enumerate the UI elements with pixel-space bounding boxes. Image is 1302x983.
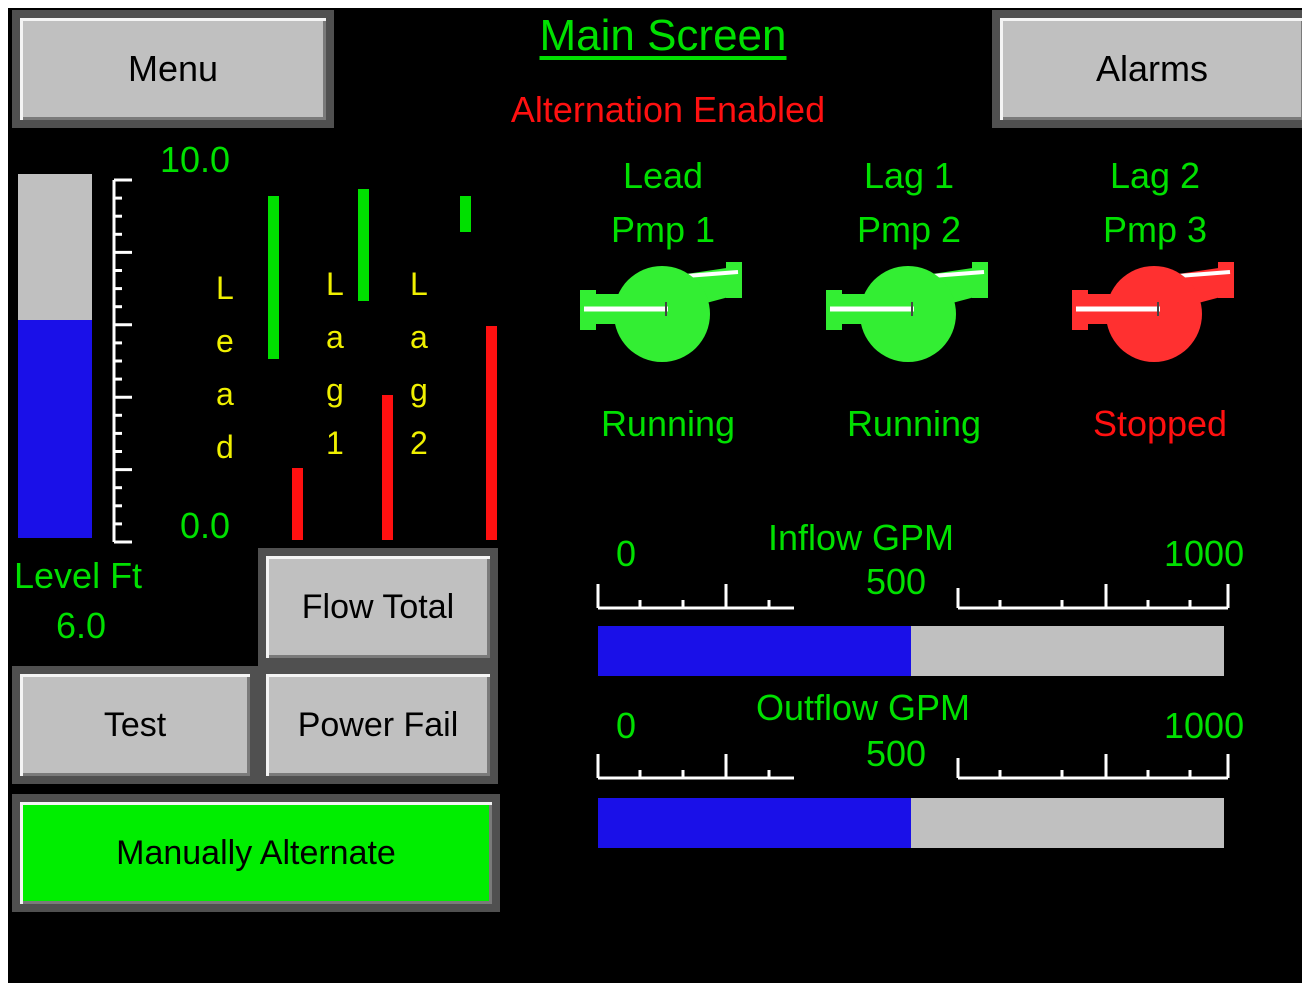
alarms-button-label: Alarms <box>1095 48 1208 89</box>
flow-total-button[interactable]: Flow Total <box>258 548 498 666</box>
inflow-min: 0 <box>616 533 637 574</box>
setpoint-label-char: 2 <box>410 425 428 461</box>
level-tank <box>18 174 92 538</box>
setpoint-label-char: a <box>216 376 234 412</box>
setpoint-off-bar <box>382 395 393 540</box>
setpoint-label-lag1: L a g 1 <box>326 258 344 470</box>
setpoint-label-char: L <box>410 266 428 302</box>
pump-2-icon[interactable] <box>826 252 996 372</box>
manually-alternate-button[interactable]: Manually Alternate <box>12 794 500 912</box>
inflow-bar <box>598 626 1224 676</box>
pump2-name: Pmp 2 <box>856 209 962 250</box>
power-fail-button[interactable]: Power Fail <box>258 666 498 784</box>
setpoint-off-bar <box>292 467 303 540</box>
level-value: 6.0 <box>56 605 107 646</box>
setpoint-label-char: 1 <box>326 425 344 461</box>
setpoint-label-char: d <box>216 429 234 465</box>
setpoint-label-char: g <box>326 372 344 408</box>
hmi-screen: Menu Main Screen Alternation Enabled Ala… <box>8 8 1302 983</box>
pump3-name: Pmp 3 <box>1102 209 1208 250</box>
outflow-bar <box>598 798 1224 848</box>
menu-button-label: Menu <box>127 48 219 89</box>
pump-3-graphic <box>1072 262 1234 362</box>
pump-1-icon[interactable] <box>580 252 750 372</box>
outflow-bar-fill <box>598 798 911 848</box>
manually-alternate-label: Manually Alternate <box>116 833 396 872</box>
setpoint-on-bar <box>358 188 369 302</box>
setpoint-label-char: e <box>216 323 234 359</box>
pump1-name: Pmp 1 <box>610 209 716 250</box>
setpoint-on-bar <box>460 196 471 233</box>
setpoint-label-char: a <box>326 319 344 355</box>
setpoint-label-char: L <box>216 270 234 306</box>
test-button[interactable]: Test <box>12 666 258 784</box>
setpoint-label-lead: L e a d <box>216 262 234 474</box>
setpoint-on-bar <box>268 196 279 359</box>
pump-2-graphic <box>826 262 988 362</box>
test-label: Test <box>103 705 167 744</box>
alternation-status: Alternation Enabled <box>510 89 826 130</box>
level-scale-max: 10.0 <box>160 139 231 180</box>
pump-1-graphic <box>580 262 742 362</box>
outflow-min: 0 <box>616 705 637 746</box>
pump-3-icon[interactable] <box>1072 252 1242 372</box>
pump2-role: Lag 1 <box>863 155 955 196</box>
pump3-status: Stopped <box>1092 403 1228 444</box>
menu-button[interactable]: Menu <box>12 10 334 128</box>
outflow-title: Outflow GPM <box>756 687 971 728</box>
level-scale <box>112 178 132 544</box>
setpoint-label-lag2: L a g 2 <box>410 258 428 470</box>
inflow-scale <box>596 584 1230 610</box>
level-tank-fill <box>18 319 92 538</box>
pump2-status: Running <box>846 403 982 444</box>
level-scale-min: 0.0 <box>180 505 231 546</box>
setpoint-off-bar <box>486 326 497 540</box>
page-title: Main Screen <box>539 11 787 60</box>
inflow-bar-fill <box>598 626 911 676</box>
power-fail-label: Power Fail <box>297 705 459 744</box>
outflow-scale <box>596 754 1230 780</box>
flow-total-label: Flow Total <box>301 587 455 626</box>
pump3-role: Lag 2 <box>1109 155 1201 196</box>
level-label: Level Ft <box>14 555 143 596</box>
setpoint-label-char: a <box>410 319 428 355</box>
setpoint-label-char: g <box>410 372 428 408</box>
outflow-max: 1000 <box>1164 705 1245 746</box>
pump1-role: Lead <box>622 155 704 196</box>
pump1-status: Running <box>600 403 736 444</box>
setpoint-label-char: L <box>326 266 344 302</box>
inflow-max: 1000 <box>1164 533 1245 574</box>
alarms-button[interactable]: Alarms <box>992 10 1302 128</box>
inflow-title: Inflow GPM <box>768 517 955 558</box>
